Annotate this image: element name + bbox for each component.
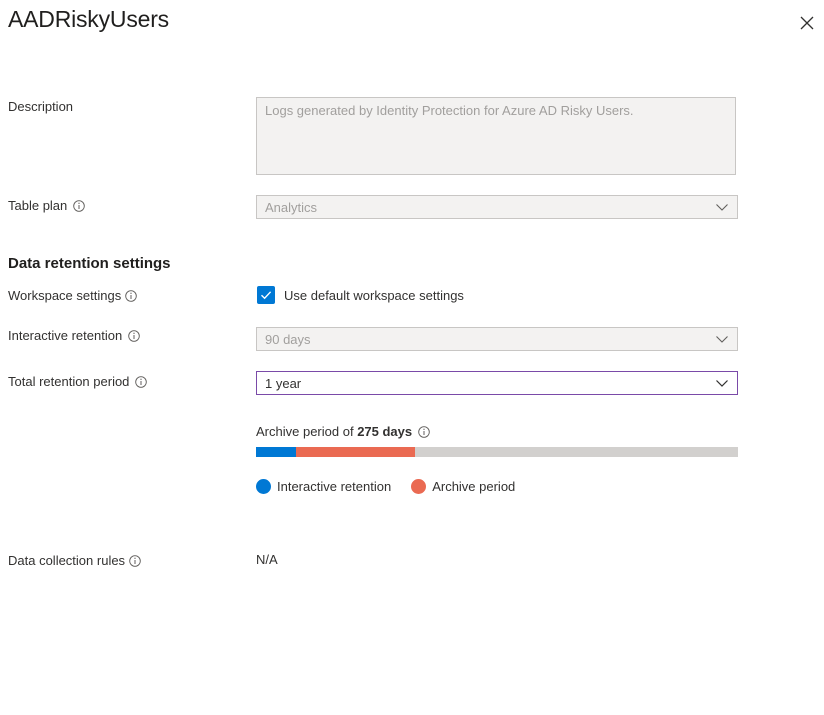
total-retention-value: 1 year	[265, 375, 302, 391]
info-icon[interactable]	[418, 425, 430, 438]
total-retention-label-text: Total retention period	[8, 374, 130, 389]
info-icon[interactable]	[128, 329, 140, 342]
retention-bar	[256, 447, 738, 457]
use-default-settings-checkbox[interactable]	[257, 286, 275, 304]
archive-period-days: 275 days	[357, 424, 413, 439]
use-default-settings-label: Use default workspace settings	[284, 287, 464, 303]
total-retention-label: Total retention period	[8, 374, 148, 389]
interactive-retention-dropdown[interactable]: 90 days	[256, 327, 738, 351]
retention-legend: Interactive retention Archive period	[256, 479, 535, 494]
data-retention-heading: Data retention settings	[8, 255, 171, 272]
interactive-retention-label-text: Interactive retention	[8, 328, 123, 343]
legend-label-archive: Archive period	[432, 479, 516, 494]
info-icon[interactable]	[135, 375, 148, 388]
chevron-down-icon	[716, 204, 728, 211]
checkmark-icon	[261, 291, 272, 300]
close-icon[interactable]	[798, 14, 816, 32]
archive-period-prefix: Archive period of	[256, 424, 354, 439]
chevron-down-icon	[716, 380, 728, 387]
table-plan-value: Analytics	[265, 199, 318, 215]
data-collection-rules-value: N/A	[256, 552, 278, 567]
workspace-settings-label-text: Workspace settings	[8, 288, 122, 303]
description-textarea[interactable]: Logs generated by Identity Protection fo…	[256, 97, 736, 175]
interactive-retention-label: Interactive retention	[8, 328, 140, 343]
table-plan-dropdown[interactable]: Analytics	[256, 195, 738, 219]
data-collection-rules-label-text: Data collection rules	[8, 553, 126, 568]
legend-item-archive: Archive period	[411, 479, 515, 494]
description-label: Description	[8, 99, 73, 114]
retention-bar-interactive-segment	[256, 447, 296, 457]
page-title: AADRiskyUsers	[8, 6, 169, 32]
use-default-settings-checkbox-row[interactable]: Use default workspace settings	[257, 286, 464, 304]
total-retention-dropdown[interactable]: 1 year	[256, 371, 738, 395]
interactive-retention-value: 90 days	[265, 331, 311, 347]
legend-dot-archive	[411, 479, 427, 494]
archive-period-text: Archive period of 275 days	[256, 424, 430, 439]
info-icon[interactable]	[129, 554, 141, 567]
workspace-settings-label: Workspace settings	[8, 288, 137, 303]
legend-label-interactive: Interactive retention	[277, 479, 392, 494]
chevron-down-icon	[716, 336, 728, 343]
legend-dot-interactive	[256, 479, 271, 494]
info-icon[interactable]	[73, 199, 86, 212]
table-plan-label-text: Table plan	[8, 198, 68, 213]
legend-item-interactive: Interactive retention	[256, 479, 391, 494]
table-plan-label: Table plan	[8, 198, 86, 213]
description-label-text: Description	[8, 99, 74, 114]
retention-bar-archive-segment	[296, 447, 415, 457]
data-collection-rules-label: Data collection rules	[8, 553, 141, 568]
description-value: Logs generated by Identity Protection fo…	[265, 103, 634, 118]
info-icon[interactable]	[125, 289, 137, 302]
